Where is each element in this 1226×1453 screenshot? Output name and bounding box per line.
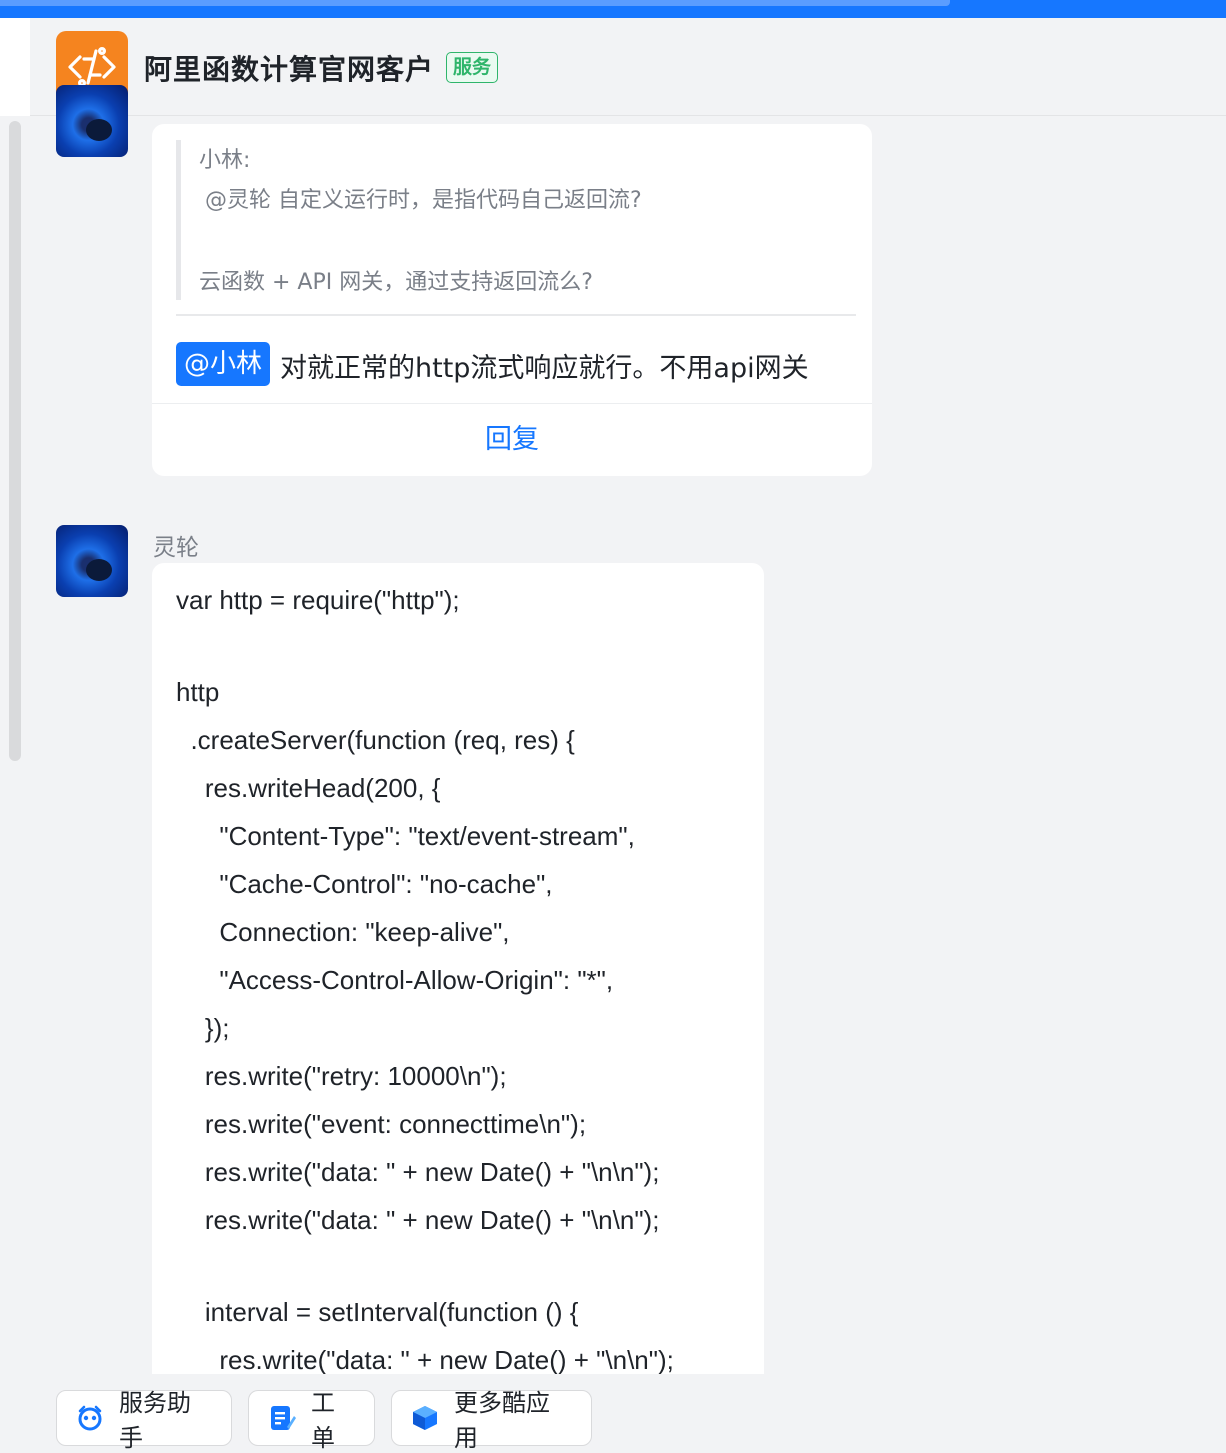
top-progress-track — [0, 0, 950, 6]
code-line: res.write("data: " + new Date() + "\n\n"… — [176, 1205, 660, 1235]
left-strip-top — [0, 18, 30, 116]
chip-label: 服务助手 — [119, 1389, 191, 1452]
mention-tag[interactable]: @小林 — [176, 342, 271, 386]
code-line: var http = require("http"); — [176, 585, 460, 615]
quote-divider — [176, 314, 856, 316]
message-card-code: var http = require("http"); http .create… — [152, 563, 764, 1374]
service-assistant-button[interactable]: 服务助手 — [56, 1389, 232, 1452]
quote-text-line: 云函数 + API 网关，通过支持返回流么? — [199, 270, 593, 295]
code-line: res.write("data: " + new Date() + "\n\n"… — [176, 1345, 674, 1374]
message-card-quoted-reply: 小林: @灵轮 自定义运行时，是指代码自己返回流? 云函数 + API 网关，通… — [152, 124, 872, 476]
code-line: res.writeHead(200, { — [176, 773, 441, 803]
chip-label: 更多酷应用 — [454, 1389, 550, 1452]
code-line: http — [176, 677, 220, 707]
sender-name: 灵轮 — [153, 535, 199, 561]
chat-title: 阿里函数计算官网客户 — [144, 53, 435, 86]
assistant-icon — [75, 1403, 105, 1433]
message-text: 对就正常的http流式响应就行。不用api网关 — [280, 353, 809, 384]
quote-author: 小林: — [199, 148, 251, 173]
chat-header: 阿里函数计算官网客户 服务 — [30, 18, 1226, 116]
chip-label: 工单 — [311, 1389, 335, 1452]
ticket-icon — [267, 1403, 297, 1433]
code-line: .createServer(function (req, res) { — [176, 725, 575, 755]
code-line: res.write("retry: 10000\n"); — [176, 1061, 507, 1091]
code-line: Connection: "keep-alive", — [176, 917, 510, 947]
window-top-bar — [0, 0, 1226, 18]
quoted-message: 小林: @灵轮 自定义运行时，是指代码自己返回流? 云函数 + API 网关，通… — [176, 140, 856, 300]
code-line: "Content-Type": "text/event-stream", — [176, 821, 635, 851]
avatar[interactable] — [56, 525, 128, 597]
vertical-scrollbar[interactable] — [6, 118, 24, 764]
apps-cube-icon — [410, 1403, 440, 1433]
ticket-button[interactable]: 工单 — [248, 1389, 375, 1452]
code-line: "Access-Control-Allow-Origin": "*", — [176, 965, 614, 995]
bottom-toolbar: 服务助手 工单 更多酷应用 — [30, 1374, 1226, 1452]
avatar-partial[interactable] — [56, 85, 128, 157]
code-line: interval = setInterval(function () { — [176, 1297, 579, 1327]
quote-text-line: @灵轮 自定义运行时，是指代码自己返回流? — [205, 188, 642, 213]
service-badge: 服务 — [446, 52, 499, 83]
reply-button[interactable]: 回复 — [152, 404, 872, 476]
code-line: "Cache-Control": "no-cache", — [176, 869, 553, 899]
code-line: res.write("data: " + new Date() + "\n\n"… — [176, 1157, 660, 1187]
code-line: }); — [176, 1013, 230, 1043]
more-apps-button[interactable]: 更多酷应用 — [391, 1389, 592, 1452]
code-line: res.write("event: connecttime\n"); — [176, 1109, 587, 1139]
